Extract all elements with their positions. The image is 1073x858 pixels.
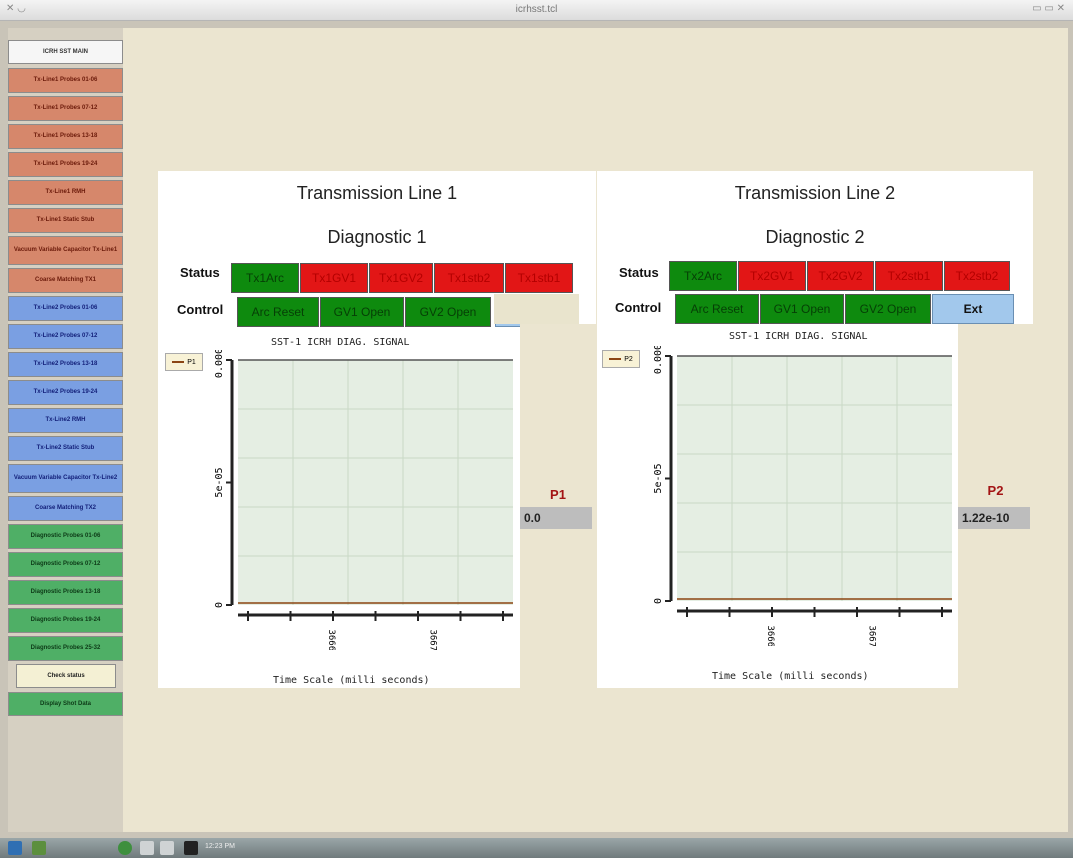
plot-area	[677, 356, 952, 601]
window-title: icrhsst.tcl	[515, 4, 558, 15]
volume-icon[interactable]	[160, 841, 174, 855]
line2-control-label: Control	[615, 300, 662, 315]
line2-status-button-4[interactable]: Tx2stb2	[944, 261, 1010, 291]
sidebar-item-6[interactable]: Tx-Line1 Static Stub	[8, 208, 123, 233]
sidebar-item-7[interactable]: Vacuum Variable Capacitor Tx-Line1	[8, 236, 123, 265]
line1-readout-box	[520, 324, 596, 688]
line2-readout-value: 1.22e-10	[958, 507, 1030, 529]
line2-control-button-1[interactable]: GV1 Open	[760, 294, 844, 324]
sidebar-item-21[interactable]: Diagnostic Probes 25-32	[8, 636, 123, 661]
x-tick-label: 36660	[765, 625, 775, 646]
line1-status-button-1[interactable]: Tx1GV1	[300, 263, 368, 293]
line1-status-button-2[interactable]: Tx1GV2	[369, 263, 433, 293]
y-tick-label: 0.0001	[214, 350, 225, 378]
line2-xlabel: Time Scale (milli seconds)	[712, 671, 869, 682]
line2-subtitle: Diagnostic 2	[765, 227, 865, 247]
line1-signal-title: SST-1 ICRH DIAG. SIGNAL	[271, 337, 410, 348]
x-tick-label: 36660	[326, 629, 336, 650]
sidebar-item-4[interactable]: Tx-Line1 Probes 19-24	[8, 152, 123, 177]
sidebar-item-14[interactable]: Tx-Line2 Static Stub	[8, 436, 123, 461]
line1-status-button-4[interactable]: Tx1stb1	[505, 263, 573, 293]
plot-area	[238, 360, 513, 605]
main-area: Transmission Line 1 Diagnostic 1 Status …	[123, 28, 1068, 832]
sidebar-item-11[interactable]: Tx-Line2 Probes 13-18	[8, 352, 123, 377]
y-tick-label: 0.0001	[653, 346, 664, 374]
sidebar: ICRH SST MAIN Tx-Line1 Probes 01-06 Tx-Lin…	[8, 28, 123, 832]
window-titlebar: ✕ ◡ icrhsst.tcl ▭ ▭ ✕	[0, 0, 1073, 21]
line2-status-button-3[interactable]: Tx2stb1	[875, 261, 943, 291]
line1-title: Transmission Line 1	[296, 183, 458, 203]
line2-legend-label: P2	[624, 355, 633, 363]
sidebar-item-10[interactable]: Tx-Line2 Probes 07-12	[8, 324, 123, 349]
sidebar-item-5[interactable]: Tx-Line1 RMH	[8, 180, 123, 205]
line2-status-button-1[interactable]: Tx2GV1	[738, 261, 806, 291]
y-tick-label: 0	[653, 598, 664, 604]
line2-readout-label: P2	[987, 483, 1004, 498]
home-icon[interactable]	[184, 841, 198, 855]
line1-readout-value: 0.0	[520, 507, 592, 529]
legend-line-icon	[172, 361, 185, 363]
line2-control-button-0[interactable]: Arc Reset	[675, 294, 759, 324]
y-tick-label: 0	[214, 602, 225, 608]
line2-control-button-3[interactable]: Ext	[932, 294, 1014, 324]
sidebar-item-2[interactable]: Tx-Line1 Probes 07-12	[8, 96, 123, 121]
sidebar-item-19[interactable]: Diagnostic Probes 13-18	[8, 580, 123, 605]
line1-control-spacer	[494, 294, 579, 324]
x-tick-label: 36670	[867, 625, 877, 646]
sidebar-item-13[interactable]: Tx-Line2 RMH	[8, 408, 123, 433]
sidebar-item-3[interactable]: Tx-Line1 Probes 13-18	[8, 124, 123, 149]
line1-control-button-2[interactable]: GV2 Open	[405, 297, 491, 327]
line1-readout-label: P1	[550, 487, 566, 502]
line1-chart: 0.0001 5e-05 0 36660 36670	[214, 350, 513, 650]
sidebar-item-12[interactable]: Tx-Line2 Probes 19-24	[8, 380, 123, 405]
line2-control-button-2[interactable]: GV2 Open	[845, 294, 931, 324]
sidebar-item-16[interactable]: Coarse Matching TX2	[8, 496, 123, 521]
y-tick-label: 5e-05	[653, 463, 664, 493]
line1-subtitle: Diagnostic 1	[327, 227, 427, 247]
x-tick-label: 36670	[428, 629, 438, 650]
start-menu-icon[interactable]	[8, 841, 22, 855]
line1-control-label: Control	[177, 302, 224, 317]
window-controls-icon[interactable]: ▭ ▭ ✕	[1032, 3, 1065, 14]
sidebar-item-1[interactable]: Tx-Line1 Probes 01-06	[8, 68, 123, 93]
line2-status-button-0[interactable]: Tx2Arc	[669, 261, 737, 291]
line2-legend-button[interactable]: P2	[602, 350, 640, 368]
legend-line-icon	[609, 358, 622, 360]
sidebar-item-9[interactable]: Tx-Line2 Probes 01-06	[8, 296, 123, 321]
taskbar: 12:23 PM	[0, 838, 1073, 858]
sidebar-item-18[interactable]: Diagnostic Probes 07-12	[8, 552, 123, 577]
line1-control-button-1[interactable]: GV1 Open	[320, 297, 404, 327]
taskbar-clock: 12:23 PM	[205, 843, 235, 850]
sidebar-item-15[interactable]: Vacuum Variable Capacitor Tx-Line2	[8, 464, 123, 493]
line2-status-button-2[interactable]: Tx2GV2	[807, 261, 874, 291]
line2-readout-box	[958, 324, 1033, 688]
sidebar-item-22[interactable]: Check status	[16, 664, 116, 688]
line1-legend-label: P1	[187, 358, 196, 366]
close-icon[interactable]	[140, 841, 154, 855]
line1-status-button-0[interactable]: Tx1Arc	[231, 263, 299, 293]
sidebar-item-8[interactable]: Coarse Matching TX1	[8, 268, 123, 293]
line2-title: Transmission Line 2	[734, 183, 896, 203]
line2-signal-title: SST-1 ICRH DIAG. SIGNAL	[729, 331, 868, 342]
y-tick-label: 5e-05	[214, 467, 225, 497]
line2-status-label: Status	[619, 265, 659, 280]
line1-control-button-0[interactable]: Arc Reset	[237, 297, 319, 327]
line1-status-label: Status	[180, 265, 220, 280]
sidebar-item-0[interactable]: ICRH SST MAIN	[8, 40, 123, 64]
network-icon[interactable]	[118, 841, 132, 855]
line2-chart: 0.0001 5e-05 0 36660 36670	[653, 346, 952, 646]
line1-status-button-3[interactable]: Tx1stb2	[434, 263, 504, 293]
sidebar-item-20[interactable]: Diagnostic Probes 19-24	[8, 608, 123, 633]
sidebar-item-23[interactable]: Display Shot Data	[8, 692, 123, 716]
file-manager-icon[interactable]	[32, 841, 46, 855]
sidebar-item-17[interactable]: Diagnostic Probes 01-06	[8, 524, 123, 549]
line1-xlabel: Time Scale (milli seconds)	[273, 675, 430, 686]
